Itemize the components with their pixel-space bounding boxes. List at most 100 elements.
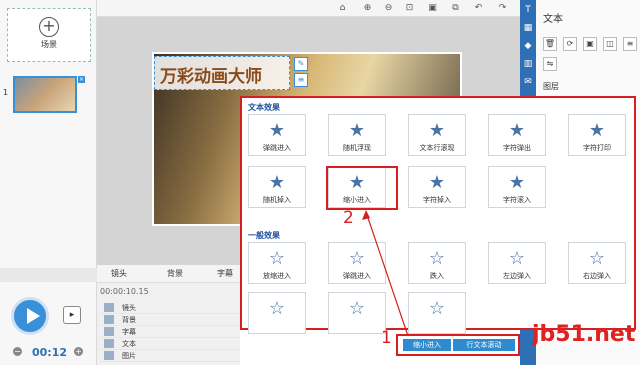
selected-effect-highlight [326, 166, 398, 210]
add-scene-label: 场景 [41, 40, 57, 49]
effect-card[interactable]: ☆ 左边弹入 [488, 242, 546, 284]
redo-icon[interactable]: ↷ [497, 3, 508, 14]
time-plus-button[interactable]: + [74, 347, 83, 356]
undo-icon[interactable]: ↶ [473, 3, 484, 14]
effect-card[interactable]: ★ 字符滚入 [488, 166, 546, 208]
watermark: jb51.net [532, 322, 636, 347]
effect-label: 左边弹入 [503, 272, 531, 280]
star-icon: ☆ [268, 298, 286, 319]
effect-card[interactable]: ☆ 弹跳进入 [328, 242, 386, 284]
preview-button[interactable]: ▸ [63, 306, 81, 324]
zoom-fit-icon[interactable]: ⊡ [404, 3, 415, 14]
effect-card[interactable]: ★ 字符掉入 [408, 166, 466, 208]
effect-card[interactable]: ★ 字符弹出 [488, 114, 546, 156]
refresh-icon[interactable]: ⟳ [563, 37, 577, 51]
lock-icon[interactable]: ▣ [583, 37, 597, 51]
general-effects-heading: 一般效果 [248, 231, 280, 240]
scene-number: 1 [3, 88, 9, 97]
timeline-row[interactable]: 镜头 [100, 302, 240, 314]
effect-card[interactable]: ★ 随机浮现 [328, 114, 386, 156]
star-icon: ☆ [508, 248, 526, 269]
effect-label: 字符弹出 [503, 144, 531, 152]
scene-controls [0, 268, 97, 282]
zoom-out-icon[interactable]: ⊖ [383, 3, 394, 14]
effect-card[interactable]: ☆ 放缩进入 [248, 242, 306, 284]
star-icon: ☆ [268, 248, 286, 269]
effect-label: 弹跳进入 [343, 272, 371, 280]
home-icon[interactable]: ⌂ [337, 3, 348, 14]
title-text[interactable]: 万彩动画大师 [160, 62, 262, 87]
text-effects-heading: 文本效果 [248, 103, 280, 112]
settings-icon[interactable]: ≡ [294, 73, 308, 87]
chart-icon[interactable]: ▥ [522, 58, 534, 70]
delete-icon[interactable]: 🗑 [543, 37, 557, 51]
effect-card[interactable]: ☆ [328, 292, 386, 334]
camera-icon [104, 303, 114, 312]
star-icon: ☆ [348, 298, 366, 319]
lock-icon[interactable]: ▣ [427, 3, 438, 14]
close-icon[interactable]: × [78, 76, 85, 83]
clip-line-scroll[interactable]: 行文本滚动 [453, 339, 515, 351]
effect-label: 跌入 [430, 272, 444, 280]
timeline-row[interactable]: 背景 [100, 314, 240, 326]
subtitle-icon [104, 327, 114, 336]
canvas-toolbar: ⌂ ⊕ ⊖ ⊡ ▣ ⧉ ↶ ↷ [97, 0, 520, 17]
add-scene-button[interactable]: + 场景 [7, 8, 91, 62]
image-icon[interactable]: ▦ [522, 22, 534, 34]
zoom-in-icon[interactable]: ⊕ [362, 3, 373, 14]
star-icon: ☆ [588, 248, 606, 269]
step-2-label: 2 [343, 208, 354, 228]
text-icon [104, 339, 114, 348]
effect-card[interactable]: ★ 字符打印 [568, 114, 626, 156]
effect-label: 字符打印 [583, 144, 611, 152]
star-icon: ★ [348, 120, 366, 141]
effect-card[interactable]: ☆ [248, 292, 306, 334]
timeline-row[interactable]: 文本 [100, 338, 240, 350]
shape-icon[interactable]: ◆ [522, 40, 534, 52]
effect-card[interactable]: ★ 随机掉入 [248, 166, 306, 208]
effect-card[interactable]: ★ 文本行滚现 [408, 114, 466, 156]
star-icon: ★ [268, 172, 286, 193]
text-icon[interactable]: T [522, 4, 534, 16]
star-icon: ★ [268, 120, 286, 141]
speech-icon[interactable]: ✉ [522, 76, 534, 88]
clip-shrink-enter[interactable]: 缩小进入 [403, 339, 451, 351]
effect-label: 字符滚入 [503, 196, 531, 204]
effect-card[interactable]: ☆ [408, 292, 466, 334]
effect-label: 右边弹入 [583, 272, 611, 280]
timeline-row[interactable]: 图片 [100, 350, 240, 362]
plus-icon: + [39, 17, 59, 37]
play-button[interactable] [11, 297, 49, 335]
effect-card[interactable]: ☆ 右边弹入 [568, 242, 626, 284]
copy-icon[interactable]: ⧉ [450, 3, 461, 14]
scene-thumbnail[interactable] [13, 76, 77, 113]
edit-icon[interactable]: ✎ [294, 57, 308, 71]
effect-label: 字符掉入 [423, 196, 451, 204]
star-icon: ☆ [428, 298, 446, 319]
layer-label: 图层 [543, 82, 559, 91]
star-icon: ★ [428, 120, 446, 141]
align-icon[interactable]: ≡ [623, 37, 637, 51]
effects-panel: 文本效果 一般效果 ★ 弹跳进入 ★ 随机浮现 ★ 文本行滚现 ★ 字符弹出 ★ 字符打印 ★ 随机掉… [240, 96, 636, 334]
star-icon: ★ [508, 172, 526, 193]
star-icon: ☆ [428, 248, 446, 269]
time-minus-button[interactable]: − [13, 347, 22, 356]
effect-card[interactable]: ★ 弹跳进入 [248, 114, 306, 156]
layer-icon[interactable]: ◫ [603, 37, 617, 51]
effect-label: 随机掉入 [263, 196, 291, 204]
star-icon: ★ [428, 172, 446, 193]
timeline-row[interactable]: 字幕 [100, 326, 240, 338]
background-icon [104, 315, 114, 324]
tab-subtitle[interactable]: 字幕 [217, 268, 233, 279]
effect-label: 放缩进入 [263, 272, 291, 280]
tab-camera[interactable]: 镜头 [111, 268, 127, 279]
tab-background[interactable]: 背景 [167, 268, 183, 279]
panel-title: 文本 [543, 14, 563, 25]
duration-display: 00:12 [32, 346, 68, 359]
step-1-label: 1 [381, 328, 392, 348]
timeline-time: 00:00:10.15 [100, 287, 149, 296]
effect-label: 文本行滚现 [419, 144, 455, 152]
star-icon: ☆ [348, 248, 366, 269]
flip-icon[interactable]: ⇋ [543, 57, 557, 71]
effect-card[interactable]: ☆ 跌入 [408, 242, 466, 284]
